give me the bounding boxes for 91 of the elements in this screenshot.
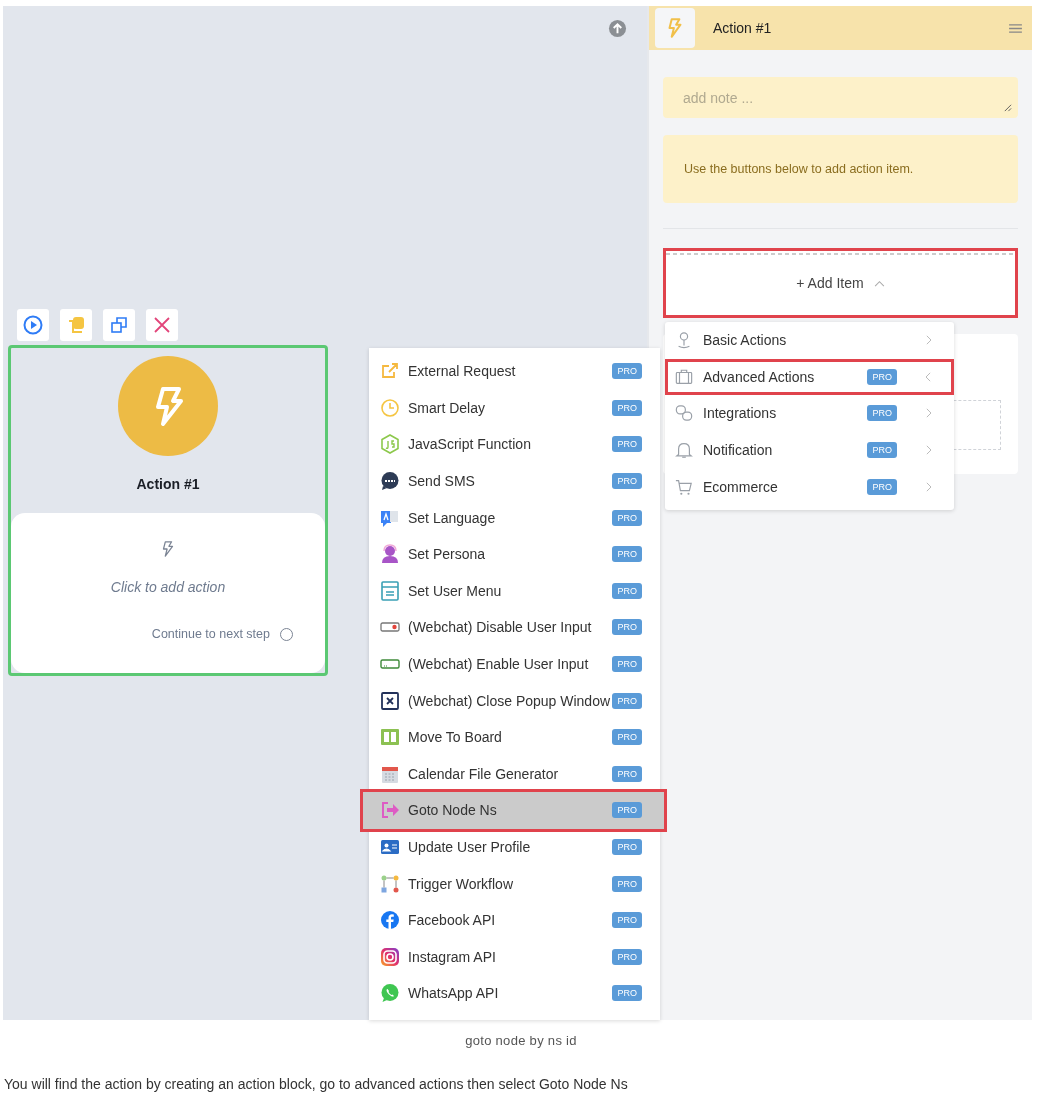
note-field[interactable]: add note ... [663,77,1018,118]
lightning-icon [655,8,695,48]
pro-badge: PRO [612,363,642,380]
briefcase-icon [675,367,693,386]
person-icon [380,544,400,565]
cart-icon [675,477,693,496]
action-menu-item[interactable]: Set User Menu PRO [369,572,660,610]
facebook-icon [380,910,400,931]
clock-icon [380,397,400,418]
pro-badge: PRO [612,875,642,892]
action-menu-item[interactable]: WhatsApp API PRO [369,975,660,1012]
action-menu-item[interactable]: Update User Profile PRO [369,828,660,866]
close-window-icon [380,690,400,711]
action-menu-item[interactable]: Smart Delay PRO [369,389,660,427]
pro-badge: PRO [867,478,897,495]
pro-badge: PRO [612,985,642,1002]
menu-icon[interactable] [1009,22,1022,34]
action-menu-item[interactable]: (Webchat) Disable User Input PRO [369,609,660,646]
add-item-button[interactable]: + Add Item [663,248,1018,318]
pro-badge: PRO [612,765,642,782]
arrow-up-icon[interactable] [608,19,627,38]
action-menu-item[interactable]: Send SMS PRO [369,462,660,500]
pro-badge: PRO [612,619,642,636]
chevron-right-icon [925,445,932,456]
resize-handle-icon[interactable] [1003,103,1012,112]
pro-badge: PRO [612,729,642,746]
pro-badge: PRO [612,948,642,965]
node-card[interactable]: Click to add action Continue to next step [11,513,325,673]
close-icon-button[interactable] [146,309,178,341]
phone-bubble-icon [380,983,400,1004]
columns-icon [380,727,400,748]
action-node[interactable]: Action #1 Click to add action Continue to next step [8,345,328,676]
add-action-hint: Click to add action [110,579,226,595]
action-menu-item[interactable]: Facebook API PRO [369,901,660,939]
bell-icon [675,441,693,460]
pro-badge: PRO [612,509,642,526]
id-card-icon [380,837,400,857]
exit-arrow-icon [380,800,400,821]
pro-badge: PRO [867,405,897,422]
action-menu-item[interactable]: Move To Board PRO [369,718,660,756]
pro-badge: PRO [612,582,642,599]
pro-badge: PRO [612,912,642,929]
pro-badge: PRO [612,692,642,709]
pro-badge: PRO [612,546,642,563]
action-menu-item[interactable]: (Webchat) Enable User Input PRO [369,645,660,683]
action-menu-item[interactable]: Trigger Workflow PRO [369,865,660,902]
copy-icon [66,315,86,335]
action-menu-item[interactable]: External Request PRO [369,353,660,390]
action-menu-item[interactable]: Calendar File Generator PRO [369,755,660,793]
continue-label: Continue to next step [151,627,270,641]
workflow-icon [380,873,400,894]
pro-badge: PRO [612,802,642,819]
pro-badge: PRO [612,839,642,855]
category-item[interactable]: Notification PRO [665,431,954,469]
lightning-icon [118,356,218,456]
action-menu-item[interactable]: Instagram API PRO [369,938,660,976]
chevron-right-icon [925,481,932,492]
pro-badge: PRO [612,399,642,416]
duplicate-icon [109,315,129,335]
play-icon [23,315,43,335]
category-item[interactable]: Advanced Actions PRO [665,358,954,396]
duplicate-icon-button[interactable] [103,309,135,341]
category-item[interactable]: Integrations PRO [665,395,954,432]
pro-badge: PRO [867,442,897,459]
paragraph: You will find the action by creating an action block, go to advanced actions then select Goto Node Ns [4,1076,629,1092]
category-item[interactable]: Basic Actions [665,322,954,359]
info-message: Use the buttons below to add action item. [663,135,1018,203]
figure-caption: goto node by ns id [464,1033,578,1048]
action-menu-item[interactable]: Goto Node Ns PRO [363,792,664,829]
chevron-right-icon [925,408,932,419]
play-icon-button[interactable] [17,309,49,341]
action-menu-item[interactable]: (Webchat) Close Popup Window PRO [369,682,660,719]
pro-badge: PRO [867,368,897,385]
chevron-right-icon [925,335,932,346]
pro-badge: PRO [612,436,642,453]
action-menu-item[interactable]: Set Language PRO [369,499,660,536]
link-icon [675,404,693,423]
pro-badge: PRO [612,473,642,490]
camera-icon [380,946,400,967]
chat-bubble-icon [380,471,400,492]
category-item[interactable]: Ecommerce PRO [665,468,954,505]
action-menu-item[interactable]: JavaScript Function PRO [369,426,660,463]
pro-badge: PRO [612,656,642,673]
hexagon-icon [380,434,400,455]
chevron-left-icon [925,371,932,382]
caret-icon [873,279,885,287]
action-menu-item[interactable]: Set Persona PRO [369,535,660,573]
window-icon [380,580,400,601]
node-title: Action #1 [136,476,200,492]
panel-title: Action #1 [713,20,773,36]
close-icon [152,315,172,335]
